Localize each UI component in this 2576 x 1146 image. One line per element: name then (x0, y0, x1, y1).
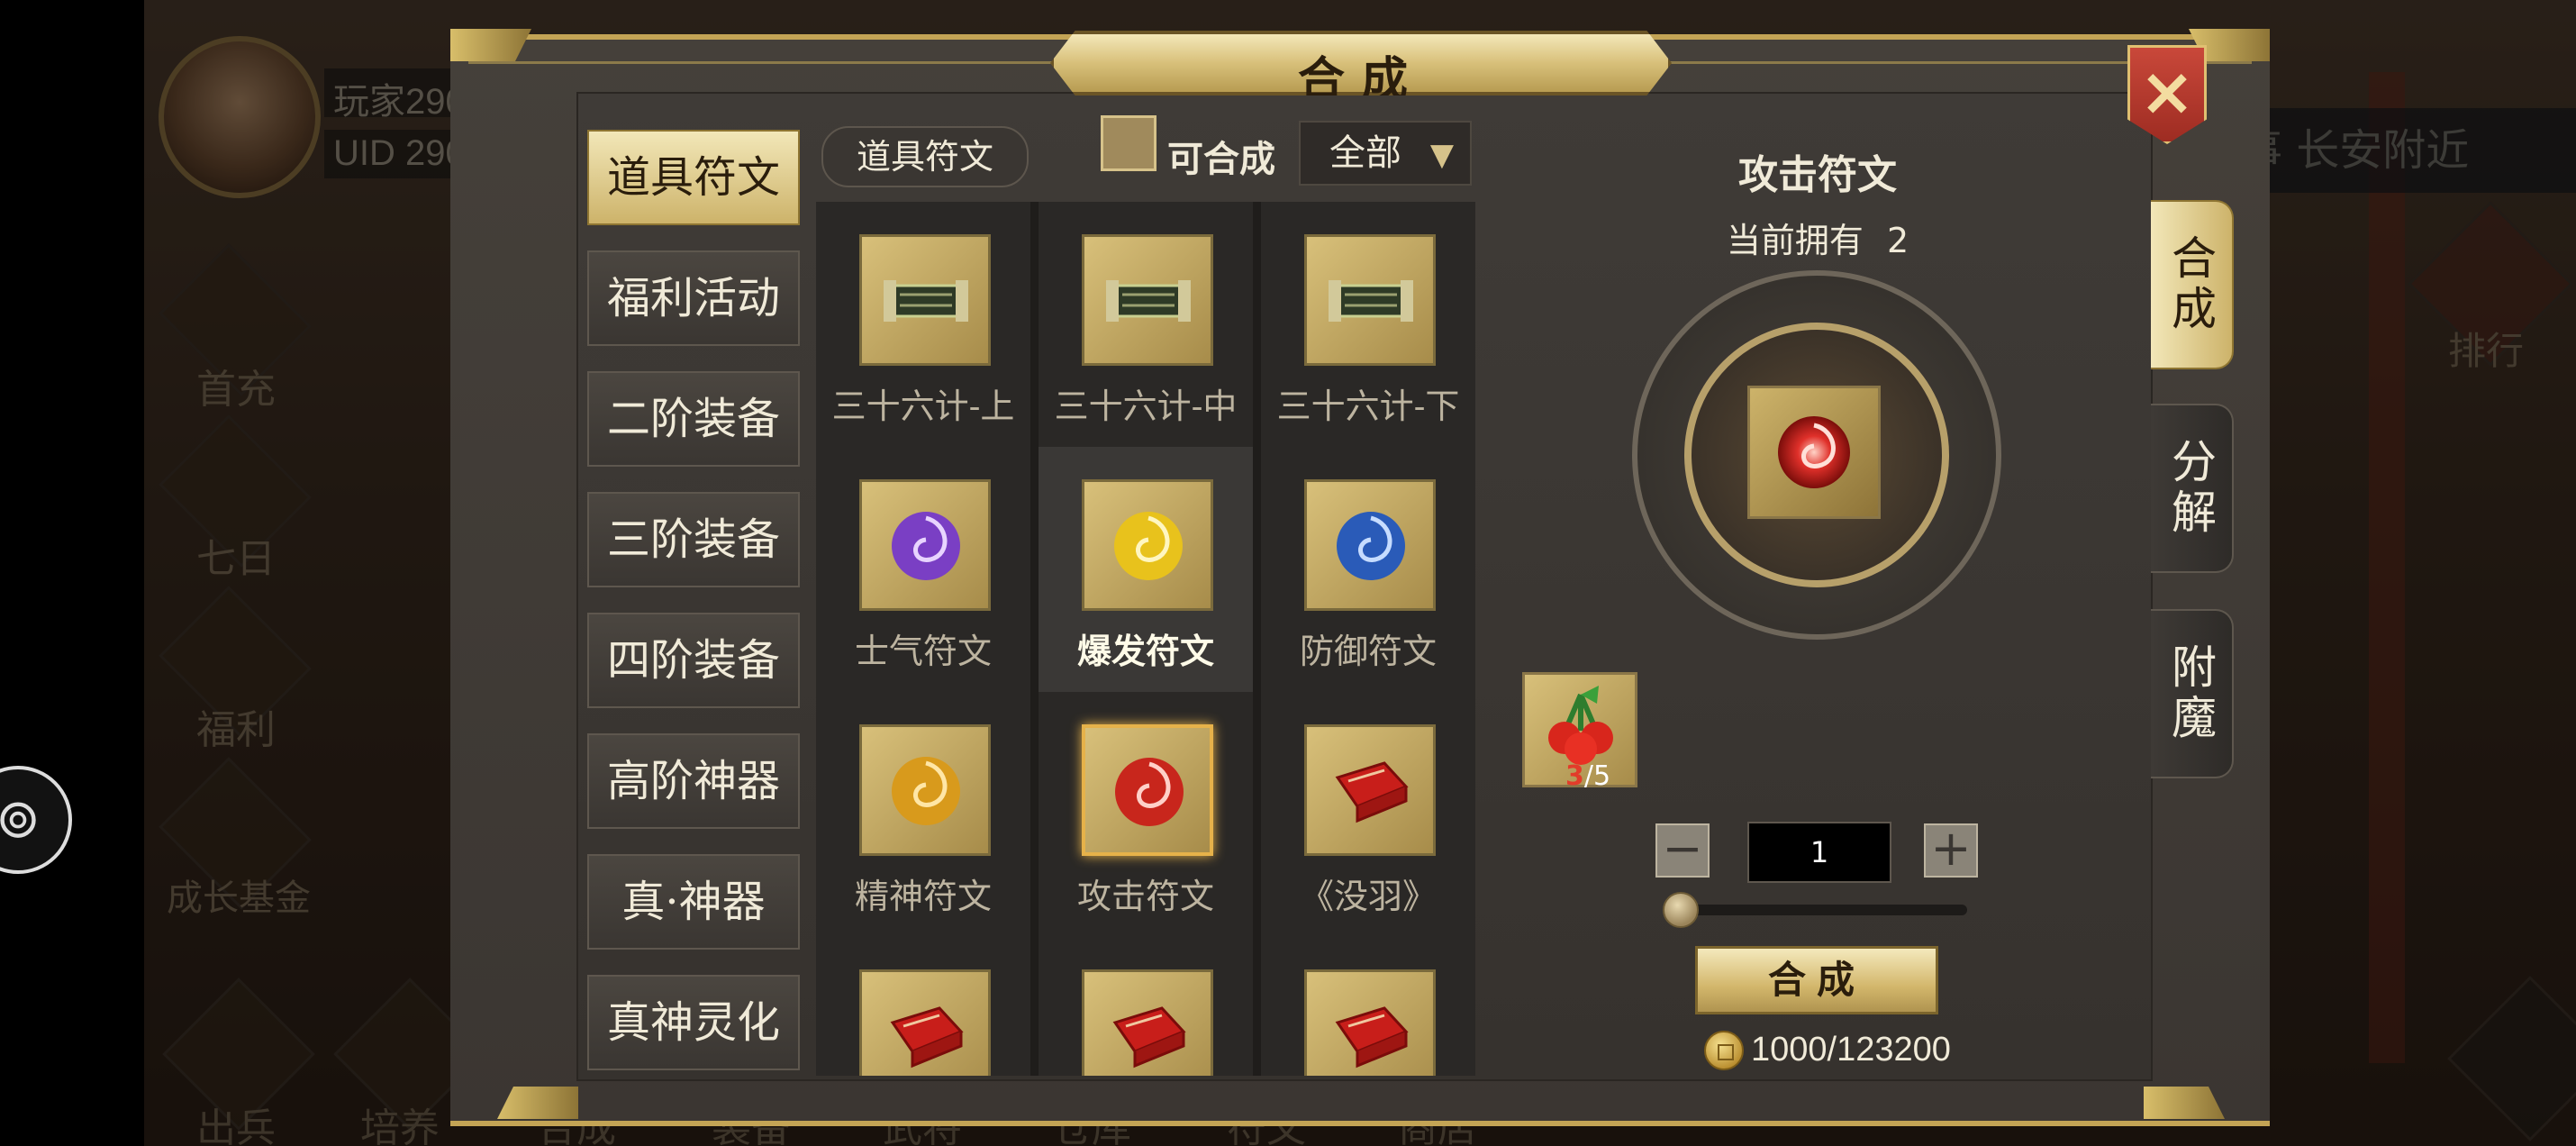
red-book-icon (890, 1006, 964, 1069)
owned-count: 2 (1886, 221, 1909, 260)
item-label: 士气符文 (854, 632, 992, 671)
owned-label: 当前拥有 (1726, 221, 1864, 260)
scroll-icon (884, 280, 968, 322)
category-filter-chip[interactable]: 道具符文 (821, 126, 1029, 187)
item-label: 攻击符文 (1076, 877, 1214, 916)
item-label: 三十六计-上 (831, 387, 1015, 426)
quantity-increase-button[interactable]: + (1924, 823, 1978, 878)
item-label: 三十六计-中 (1054, 387, 1238, 426)
item-cell[interactable]: 三十六计-中 (1039, 202, 1253, 447)
quantity-input[interactable]: 1 (1747, 822, 1891, 883)
craft-cost: 1000/123200 (1751, 1031, 1951, 1069)
red-book-icon (1335, 1006, 1409, 1069)
red-rune-icon (1115, 758, 1184, 826)
item-frame (1082, 724, 1213, 856)
category-tab-true-artifact[interactable]: 真·神器 (587, 854, 800, 950)
red-book-icon (1112, 1006, 1186, 1069)
item-frame (859, 479, 991, 611)
craft-button[interactable]: 合成 (1695, 946, 1938, 1014)
coin-icon (1704, 1031, 1744, 1070)
item-label: 《没羽》 (1299, 877, 1437, 916)
material-need: /5 (1583, 760, 1611, 792)
item-frame (1082, 234, 1213, 366)
item-frame (1304, 724, 1436, 856)
category-tab-welfare-event[interactable]: 福利活动 (587, 250, 800, 346)
item-frame (1082, 479, 1213, 611)
owned-count-row: 当前拥有 2 (1585, 213, 2050, 262)
item-cell[interactable]: 士气符文 (816, 447, 1030, 692)
item-frame (1082, 969, 1213, 1076)
craftable-checkbox[interactable] (1101, 115, 1156, 171)
category-tab-true-spirit[interactable]: 真神灵化 (587, 975, 800, 1070)
item-cell[interactable]: 防御符文 (1261, 447, 1475, 692)
item-cell[interactable] (816, 937, 1030, 1076)
blue-rune-icon (1337, 512, 1405, 580)
category-tab-advanced-artifact[interactable]: 高阶神器 (587, 733, 800, 829)
selected-item-title: 攻击符文 (1738, 152, 1897, 198)
item-cell[interactable] (1261, 937, 1475, 1076)
red-book-icon (1335, 761, 1409, 823)
scroll-icon (1106, 280, 1191, 322)
item-frame (1304, 969, 1436, 1076)
item-frame (1304, 234, 1436, 366)
material-count: 3/5 (1565, 760, 1610, 792)
side-tab-enchant[interactable]: 附魔 (2151, 609, 2234, 778)
item-label: 防御符文 (1299, 632, 1437, 671)
item-label: 爆发符文 (1076, 631, 1214, 671)
item-cell[interactable]: 《没羽》 (1261, 692, 1475, 937)
category-tab-tier4-equipment[interactable]: 四阶装备 (587, 613, 800, 708)
item-grid[interactable]: 三十六计-上 三十六计-中 三十六计-下士气符文 爆发符文 防御符文精神符文 攻击符文 《没… (816, 202, 1475, 1076)
close-icon: × (2138, 53, 2195, 131)
item-frame (1304, 479, 1436, 611)
item-label: 三十六计-下 (1276, 387, 1460, 426)
floating-assist-icon[interactable]: ⊚ (0, 766, 72, 874)
category-tab-tier3-equipment[interactable]: 三阶装备 (587, 492, 800, 587)
panel-title-plate: 合成 (1050, 31, 1672, 96)
quantity-decrease-button[interactable]: − (1655, 823, 1710, 878)
item-frame (859, 969, 991, 1076)
item-cell[interactable] (1039, 937, 1253, 1076)
side-tab-craft[interactable]: 合成 (2151, 200, 2234, 369)
item-cell[interactable]: 精神符文 (816, 692, 1030, 937)
target-rune-slot[interactable] (1747, 386, 1881, 519)
scroll-icon (1329, 280, 1413, 322)
quantity-slider[interactable] (1673, 905, 1967, 915)
category-tab-tier2-equipment[interactable]: 二阶装备 (587, 371, 800, 467)
craftable-label[interactable]: 可合成 (1167, 130, 1275, 182)
item-frame (859, 234, 991, 366)
item-cell[interactable]: 三十六计-上 (816, 202, 1030, 447)
purple-rune-icon (892, 512, 960, 580)
item-label: 精神符文 (854, 877, 992, 916)
quantity-slider-thumb[interactable] (1663, 892, 1699, 928)
filter-dropdown[interactable]: 全部 ▼ (1299, 121, 1472, 186)
category-tab-item-runes[interactable]: 道具符文 (587, 130, 800, 225)
red-rune-icon (1778, 416, 1850, 488)
material-have: 3 (1565, 760, 1584, 792)
side-tab-decompose[interactable]: 分解 (2151, 404, 2234, 573)
item-cell[interactable]: 爆发符文 (1039, 447, 1253, 692)
filter-dropdown-value: 全部 (1329, 132, 1401, 174)
yellow-rune-icon (1114, 512, 1183, 580)
item-frame (859, 724, 991, 856)
chevron-down-icon: ▼ (1429, 137, 1454, 173)
orange-rune-icon (892, 757, 960, 825)
item-cell[interactable]: 三十六计-下 (1261, 202, 1475, 447)
item-cell[interactable]: 攻击符文 (1039, 692, 1253, 937)
